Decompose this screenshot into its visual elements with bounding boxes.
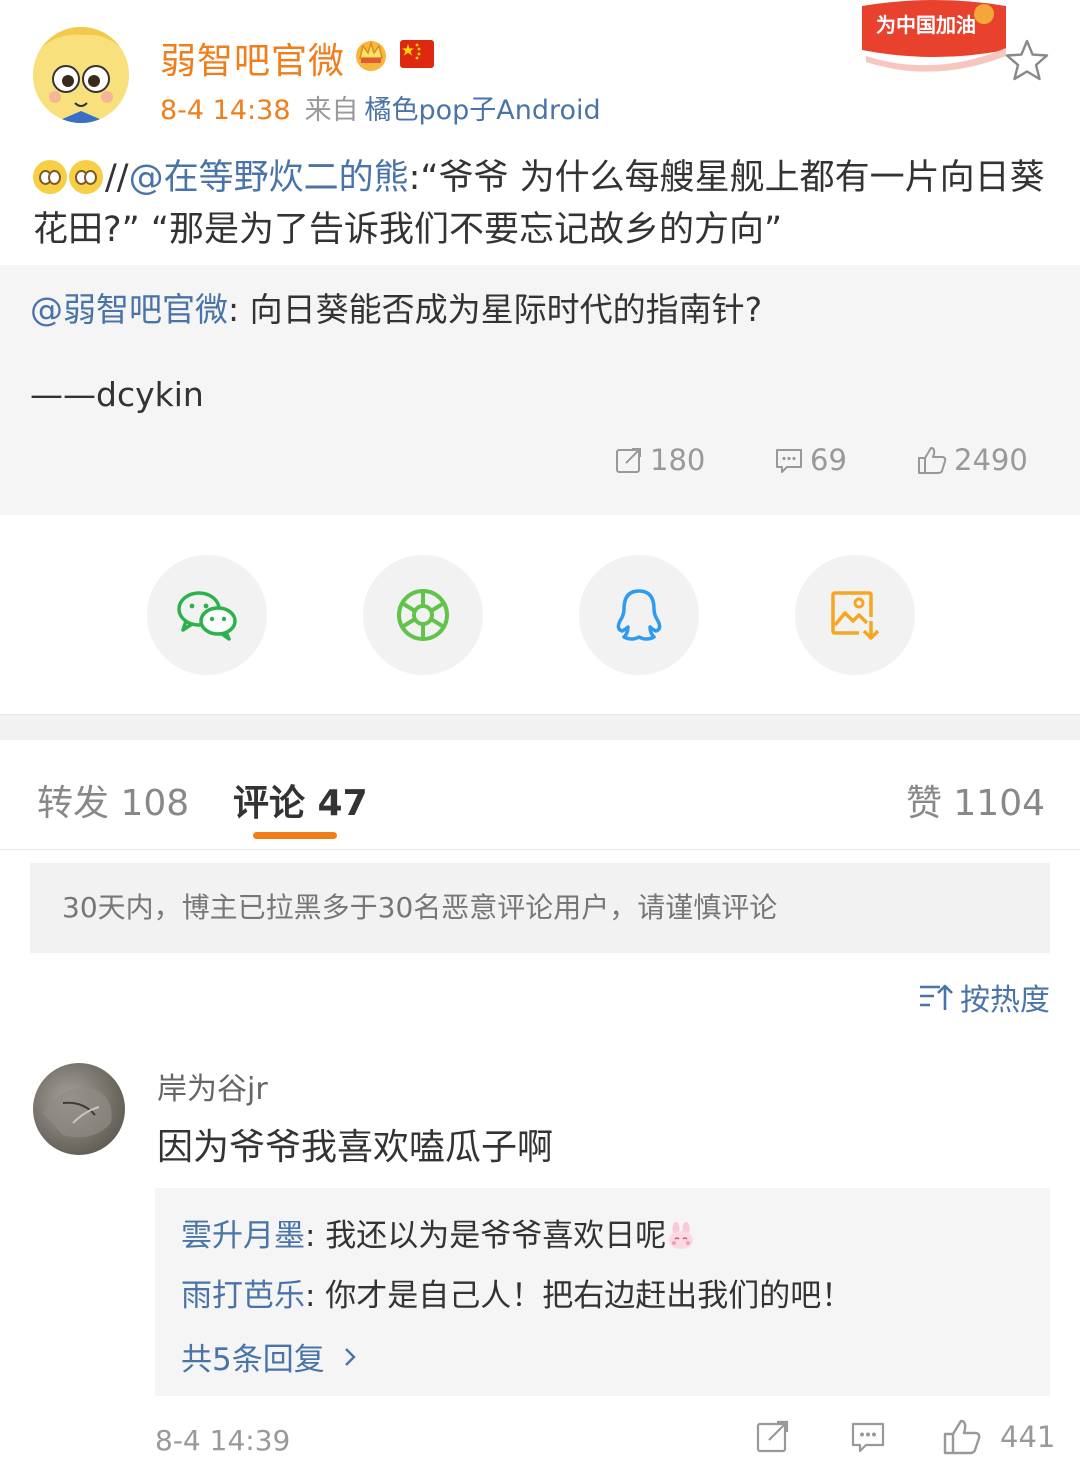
comment-notice: 30天内，博主已拉黑多于30名恶意评论用户，请谨慎评论: [30, 863, 1050, 953]
from-label: 来自: [304, 95, 359, 126]
cheer-badge[interactable]: 为中国加油: [856, 0, 1011, 78]
author-avatar[interactable]: [33, 27, 129, 123]
sort-icon: [920, 984, 953, 1010]
post-time: 8-4 14:38: [160, 95, 291, 126]
chevron-right-icon: [344, 1347, 356, 1366]
comment-icon: [851, 1422, 885, 1453]
comment-text: 因为爷爷我喜欢嗑瓜子啊: [157, 1127, 554, 1168]
bunny-emoji-icon: [669, 1222, 694, 1249]
tab-bar: 转发 108 评论 47 赞 1104: [0, 740, 1080, 850]
retweet-like-count[interactable]: 2490: [916, 443, 1028, 477]
comment-like-button[interactable]: 441: [942, 1418, 1055, 1456]
repost-icon: [756, 1420, 789, 1453]
thumb-up-icon: [918, 447, 947, 474]
reply-item: 雨打芭乐: 你才是自己人！把右边赶出我们的吧！: [181, 1270, 852, 1315]
more-replies-link[interactable]: 共5条回复: [181, 1334, 365, 1379]
retweet-box[interactable]: @弱智吧官微: 向日葵能否成为星际时代的指南针? ——dcykin 180 69…: [0, 265, 1080, 515]
retweet-signature: ——dcykin: [30, 375, 204, 414]
comment-like-count: 441: [1000, 1420, 1056, 1454]
share-moments-button[interactable]: [363, 555, 483, 675]
more-replies-label: 共5条回复: [181, 1342, 325, 1378]
post-text: //@在等野炊二的熊:“爷爷 为什么每艘星舰上都有一片向日葵花田?” “那是为了…: [33, 152, 1053, 256]
qq-icon: [616, 589, 662, 641]
section-divider: [0, 714, 1080, 740]
share-wechat-button[interactable]: [147, 555, 267, 675]
save-image-button[interactable]: [795, 555, 915, 675]
share-row: [0, 515, 1080, 715]
comment-repost-button[interactable]: [755, 1418, 791, 1454]
reply-box[interactable]: 雲升月墨: 我还以为是爷爷喜欢日呢 雨打芭乐: 你才是自己人！把右边赶出我们的吧…: [155, 1188, 1050, 1396]
star-icon[interactable]: [1004, 38, 1050, 84]
author-name[interactable]: 弱智吧官微: [160, 32, 345, 84]
device-link[interactable]: 橘色pop子Android: [365, 95, 601, 126]
share-qq-button[interactable]: [579, 555, 699, 675]
tab-likes[interactable]: 赞 1104: [906, 774, 1045, 826]
sort-toggle[interactable]: 按热度: [918, 975, 1050, 1019]
china-flag-icon: [400, 40, 434, 68]
pleading-emoji-icon: [33, 160, 67, 194]
thumb-up-icon: [943, 1419, 981, 1455]
post-header: 弱智吧官微 8-4 14:38 来自 橘色pop子Android 为中国加油: [0, 0, 1080, 140]
retweet-text: @弱智吧官微: 向日葵能否成为星际时代的指南针?: [30, 283, 762, 331]
retweet-body: : 向日葵能否成为星际时代的指南针?: [228, 290, 763, 329]
tab-reposts[interactable]: 转发 108: [37, 774, 189, 826]
comment-time: 8-4 14:39: [155, 1424, 291, 1457]
badge-text: 为中国加油: [876, 13, 976, 37]
retweet-repost-count[interactable]: 180: [614, 443, 705, 477]
tab-comments[interactable]: 评论 47: [233, 774, 368, 826]
reply-item: 雲升月墨: 我还以为是爷爷喜欢日呢: [181, 1210, 696, 1255]
text-prefix: //: [105, 158, 129, 198]
mention-link[interactable]: @在等野炊二的熊: [129, 158, 409, 198]
comment-count: 69: [810, 443, 847, 477]
like-count: 2490: [954, 443, 1028, 477]
commenter-avatar[interactable]: [33, 1063, 125, 1155]
crown-icon: [356, 40, 386, 71]
retweet-mention[interactable]: @弱智吧官微: [30, 290, 228, 329]
reply-user[interactable]: 雲升月墨: [181, 1218, 305, 1254]
repost-icon: [616, 448, 641, 473]
save-image-icon: [831, 591, 880, 640]
retweet-comment-count[interactable]: 69: [774, 443, 847, 477]
post-meta: 8-4 14:38 来自 橘色pop子Android: [160, 88, 601, 127]
reply-user[interactable]: 雨打芭乐: [181, 1278, 305, 1314]
wechat-icon: [177, 591, 237, 641]
repost-count: 180: [650, 443, 706, 477]
reply-text: : 你才是自己人！把右边赶出我们的吧！: [305, 1278, 853, 1314]
commenter-name[interactable]: 岸为谷jr: [157, 1064, 268, 1108]
pleading-emoji-icon: [69, 160, 103, 194]
active-tab-indicator: [253, 832, 337, 839]
sort-label: 按热度: [960, 983, 1050, 1018]
comment-icon: [776, 449, 802, 473]
moments-icon: [397, 589, 449, 641]
comment-reply-button[interactable]: [850, 1418, 886, 1454]
reply-text: : 我还以为是爷爷喜欢日呢: [305, 1218, 667, 1254]
